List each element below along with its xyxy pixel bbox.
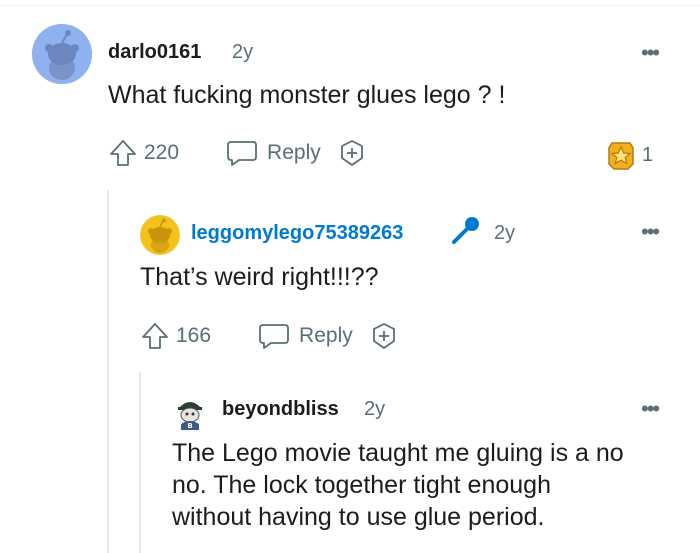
more-options-icon[interactable]: ••• — [641, 42, 660, 64]
comment-actions: 220 Reply — [108, 138, 367, 168]
svg-text:B: B — [187, 422, 192, 430]
avatar[interactable] — [140, 215, 180, 255]
comment-body: The Lego movie taught me gluing is a no … — [172, 437, 672, 533]
more-options-icon[interactable]: ••• — [641, 398, 660, 420]
award-count: 1 — [642, 143, 654, 166]
award-badge[interactable]: 1 — [604, 138, 653, 172]
comment-age: 2y — [494, 222, 516, 244]
comment-body: That’s weird right!!!?? — [140, 263, 379, 291]
comment-username[interactable]: leggomylego75389263 — [191, 222, 403, 245]
gold-award-icon — [608, 142, 634, 170]
reply-label: Reply — [267, 141, 321, 164]
comment-age: 2y — [232, 41, 254, 63]
vote-count: 166 — [176, 324, 212, 347]
award-button[interactable] — [337, 138, 367, 168]
award-button[interactable] — [369, 321, 399, 351]
snoo-avatar-icon — [140, 215, 180, 255]
avatar[interactable] — [32, 24, 92, 84]
comment-body: What fucking monster glues lego ? ! — [108, 81, 506, 109]
upvote-arrow-icon[interactable] — [140, 321, 170, 351]
more-options-icon[interactable]: ••• — [641, 221, 660, 243]
top-divider — [0, 0, 700, 6]
comment-body-line: no. The lock together tight enough — [172, 471, 551, 499]
comment-username[interactable]: beyondbliss — [222, 398, 339, 421]
award-plus-icon — [372, 323, 395, 349]
upvote-group: 220 — [108, 138, 179, 168]
thread-line[interactable] — [107, 190, 109, 553]
reply-button[interactable]: Reply — [225, 138, 321, 168]
snoo-avatar-icon — [32, 24, 92, 84]
vote-count: 220 — [144, 141, 180, 164]
comment-body-line: without having to use glue period. — [172, 503, 545, 531]
comment-username[interactable]: darlo0161 — [108, 41, 201, 64]
snoo-avatar-icon: B — [172, 394, 208, 430]
reply-label: Reply — [299, 324, 353, 347]
avatar[interactable]: B — [172, 394, 208, 430]
comment-actions: 166 Reply — [140, 321, 399, 351]
award-plus-icon — [340, 140, 363, 166]
comment-age: 2y — [364, 398, 386, 420]
upvote-group: 166 — [140, 321, 211, 351]
reply-button[interactable]: Reply — [257, 321, 353, 351]
microphone-icon — [452, 217, 479, 244]
thread-line[interactable] — [139, 372, 141, 553]
comment-body-line: The Lego movie taught me gluing is a no — [172, 439, 624, 467]
reply-bubble-icon — [227, 141, 257, 166]
upvote-arrow-icon[interactable] — [108, 138, 138, 168]
reply-bubble-icon — [259, 324, 289, 349]
